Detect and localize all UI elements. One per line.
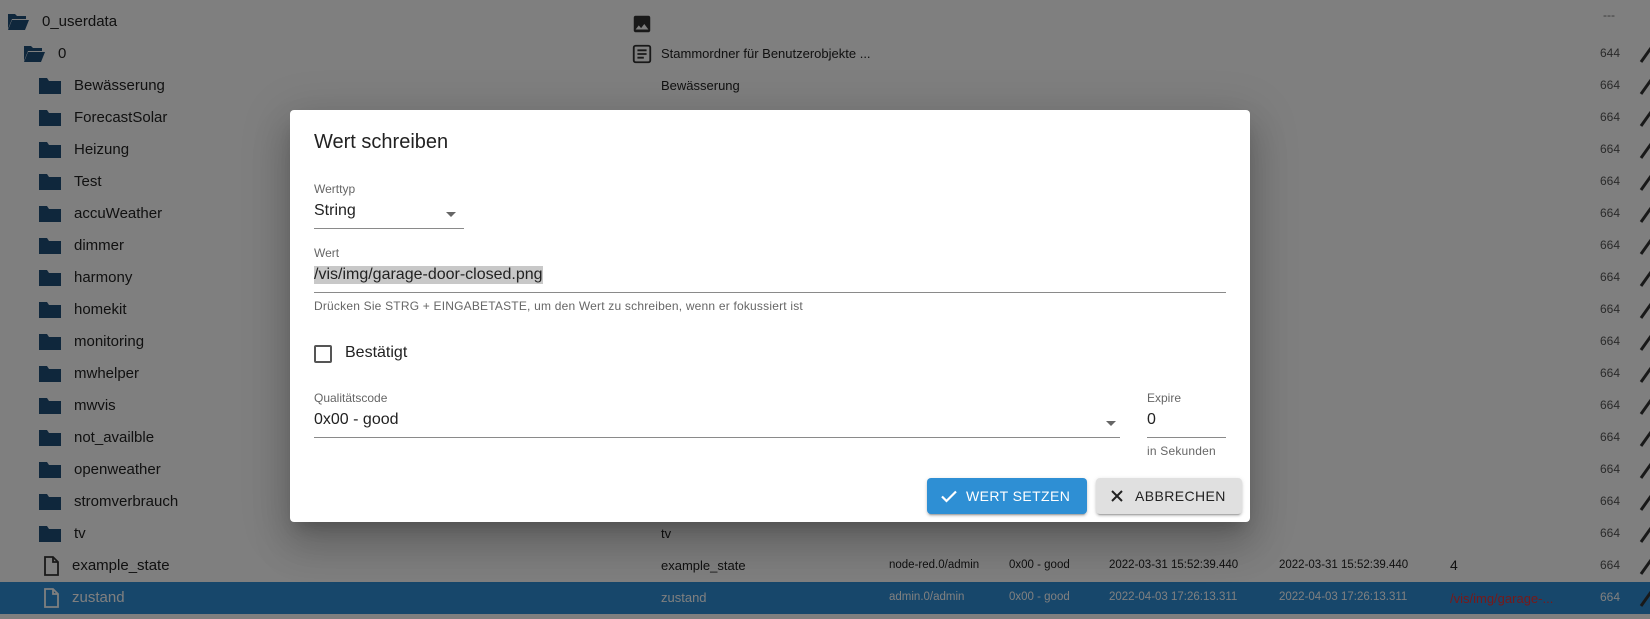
value-type-label: Werttyp [314,182,356,196]
write-value-dialog: Wert schreiben Werttyp String Wert /vis/… [290,110,1250,522]
cancel-button[interactable]: ABBRECHEN [1096,478,1242,514]
expire-input[interactable]: 0 [1147,409,1226,438]
value-input[interactable]: /vis/img/garage-door-closed.png [314,264,1226,293]
quality-select[interactable]: 0x00 - good [314,409,1120,438]
set-value-button[interactable]: WERT SETZEN [927,478,1087,514]
dialog-title: Wert schreiben [314,131,449,153]
value-label: Wert [314,246,340,260]
close-icon [1109,488,1125,504]
quality-label: Qualitätscode [314,391,388,405]
expire-label: Expire [1147,391,1182,405]
value-helper-text: Drücken Sie STRG + EINGABETASTE, um den … [314,299,803,313]
set-value-label: WERT SETZEN [966,488,1071,504]
chevron-down-icon [446,212,456,217]
expire-helper-text: in Sekunden [1147,444,1216,458]
ack-checkbox[interactable] [314,345,332,363]
value-input-text: /vis/img/garage-door-closed.png [314,266,543,284]
value-type-select[interactable]: String [314,200,464,229]
ack-label[interactable]: Bestätigt [345,344,407,362]
cancel-label: ABBRECHEN [1135,488,1226,504]
expire-value: 0 [1147,411,1156,428]
value-type-selected: String [314,202,356,219]
chevron-down-icon [1106,421,1116,426]
quality-selected: 0x00 - good [314,411,399,428]
check-icon [940,487,958,505]
